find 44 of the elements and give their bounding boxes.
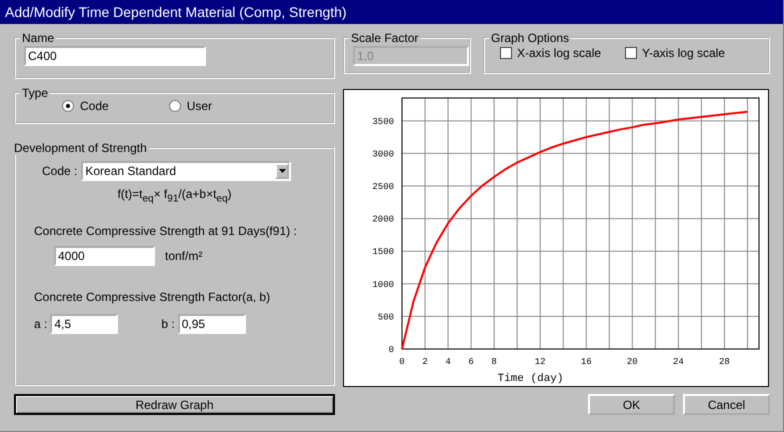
y-tick-label: 1000 (372, 280, 394, 290)
y-tick-label: 500 (378, 312, 394, 322)
checkbox-option[interactable]: Y-axis log scale (625, 46, 725, 60)
x-tick-label: 28 (719, 357, 730, 367)
redraw-button[interactable]: Redraw Graph (14, 394, 335, 415)
group-label: Development of Strength (13, 141, 148, 155)
x-tick-label: 2 (422, 357, 428, 367)
a-field[interactable]: 4,5 (50, 314, 118, 334)
x-tick-label: 4 (445, 357, 451, 367)
group-label: Type (21, 86, 50, 100)
factor-label: Concrete Compressive Strength Factor(a, b) (34, 290, 272, 304)
b-label: b : (161, 317, 175, 332)
y-tick-label: 1500 (372, 247, 394, 258)
dialog-button[interactable]: Cancel (683, 394, 770, 415)
code-dropdown[interactable]: Korean Standard (81, 161, 292, 181)
name-field[interactable]: C400 (24, 46, 206, 66)
y-tick-label: 3000 (372, 149, 394, 160)
b-field[interactable]: 0,95 (178, 314, 246, 334)
code-label: Code : (42, 164, 78, 178)
x-tick-label: 12 (534, 357, 546, 367)
group-label: Scale Factor (350, 31, 420, 45)
group-label: Graph Options (490, 31, 570, 45)
y-tick-label: 0 (388, 345, 394, 355)
y-tick-label: 3500 (372, 116, 394, 127)
dialog-button[interactable]: OK (588, 394, 675, 415)
x-tick-label: 6 (468, 357, 474, 367)
window-title: Add/Modify Time Dependent Material (Comp, Strength) (0, 0, 783, 24)
radio-option[interactable]: User (168, 99, 212, 113)
x-tick-label: 16 (580, 357, 592, 367)
strength-label: Concrete Compressive Strength at 91 Days(f91) : (34, 224, 298, 238)
x-axis-label: Time (day) (498, 373, 564, 385)
y-tick-label: 2000 (372, 214, 394, 225)
x-tick-label: 20 (626, 357, 638, 367)
caret-icon (278, 169, 286, 173)
x-tick-label: 24 (672, 357, 684, 367)
x-tick-label: 8 (491, 357, 497, 367)
radio-option[interactable]: Code (62, 99, 109, 113)
unit-label: tonf/m² (165, 249, 202, 264)
group-label: Name (21, 31, 56, 45)
x-tick-label: 0 (399, 357, 405, 367)
strength-field[interactable]: 4000 (54, 246, 155, 266)
a-label: a : (34, 317, 48, 332)
checkbox-option[interactable]: X-axis log scale (500, 46, 602, 60)
y-tick-label: 2500 (372, 182, 394, 192)
